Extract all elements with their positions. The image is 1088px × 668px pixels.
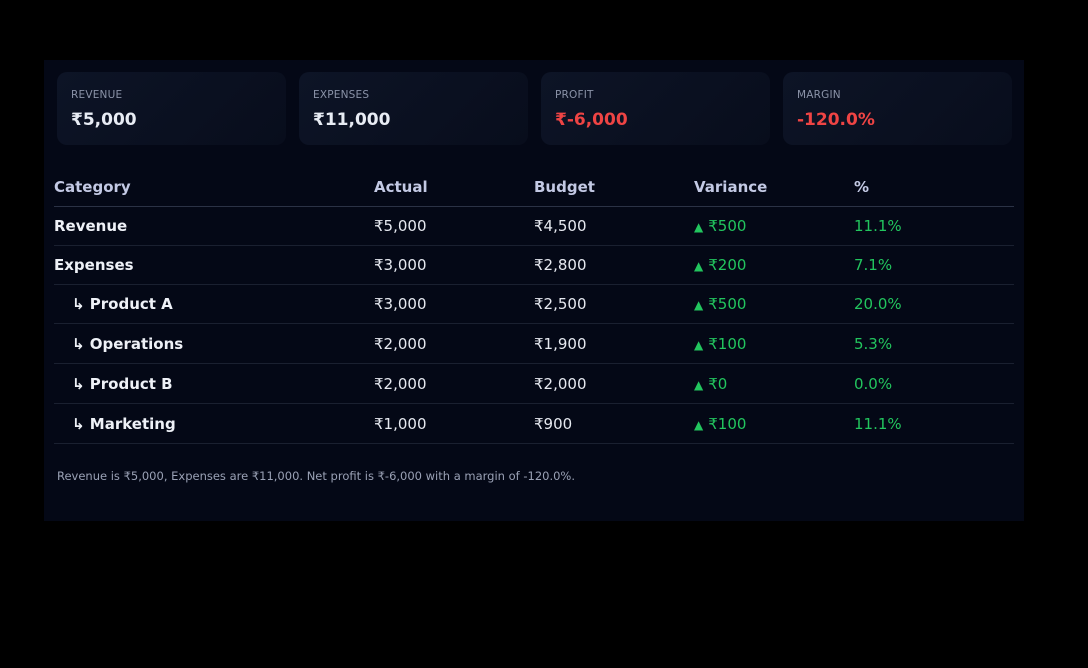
row-budget: ₹2,500	[534, 284, 694, 324]
row-percent: 7.1%	[854, 245, 1014, 285]
table-row: ↳ Product A ₹3,000 ₹2,500 ▲ ₹500 20.0%	[54, 284, 1014, 324]
row-actual: ₹1,000	[374, 403, 534, 444]
row-percent: 5.3%	[854, 323, 1014, 364]
kpi-label: MARGIN	[797, 89, 841, 101]
table-row: ↳ Marketing ₹1,000 ₹900 ▲ ₹100 11.1%	[54, 403, 1014, 444]
row-category: ↳ Product A	[54, 284, 374, 324]
row-percent: 20.0%	[854, 284, 1014, 324]
variance-value: ₹0	[708, 374, 728, 393]
row-variance: ▲ ₹200	[694, 245, 854, 285]
row-actual: ₹2,000	[374, 323, 534, 364]
kpi-card-expenses: EXPENSES ₹11,000	[299, 72, 528, 145]
row-budget: ₹900	[534, 403, 694, 444]
row-variance: ▲ ₹500	[694, 206, 854, 246]
variance-value: ₹200	[708, 256, 747, 274]
variance-value: ₹500	[708, 295, 747, 313]
column-header-category: Category	[54, 168, 374, 207]
row-budget: ₹2,800	[534, 245, 694, 285]
kpi-label: PROFIT	[555, 89, 594, 101]
triangle-up-icon: ▲	[694, 259, 704, 273]
kpi-value: ₹11,000	[313, 110, 391, 130]
kpi-card-revenue: REVENUE ₹5,000	[57, 72, 286, 145]
kpi-cards: REVENUE ₹5,000 EXPENSES ₹11,000 PROFIT ₹…	[57, 72, 1012, 145]
column-header-percent: %	[854, 168, 1014, 207]
row-variance: ▲ ₹500	[694, 284, 854, 324]
kpi-value: ₹5,000	[71, 110, 137, 130]
budget-table: Category Actual Budget Variance % Revenu…	[54, 168, 1014, 444]
variance-value: ₹100	[708, 334, 747, 353]
summary-text: Revenue is ₹5,000, Expenses are ₹11,000.…	[57, 469, 576, 483]
triangle-up-icon: ▲	[694, 298, 704, 312]
row-budget: ₹1,900	[534, 323, 694, 364]
row-percent: 11.1%	[854, 403, 1014, 444]
row-actual: ₹5,000	[374, 206, 534, 246]
kpi-value: ₹-6,000	[555, 110, 628, 130]
triangle-up-icon: ▲	[694, 220, 704, 234]
row-actual: ₹3,000	[374, 245, 534, 285]
table-row: Revenue ₹5,000 ₹4,500 ▲ ₹500 11.1%	[54, 206, 1014, 246]
column-header-variance: Variance	[694, 168, 854, 207]
row-actual: ₹3,000	[374, 284, 534, 324]
triangle-up-icon: ▲	[694, 417, 704, 432]
variance-value: ₹100	[708, 414, 747, 433]
row-variance: ▲ ₹0	[694, 363, 854, 404]
row-category: Expenses	[54, 245, 374, 285]
column-header-actual: Actual	[374, 168, 534, 207]
row-variance: ▲ ₹100	[694, 323, 854, 364]
kpi-card-margin: MARGIN -120.0%	[783, 72, 1012, 145]
variance-value: ₹500	[708, 217, 747, 235]
row-percent: 0.0%	[854, 363, 1014, 404]
table-row: ↳ Operations ₹2,000 ₹1,900 ▲ ₹100 5.3%	[54, 323, 1014, 364]
row-category: ↳ Product B	[54, 363, 374, 404]
kpi-card-profit: PROFIT ₹-6,000	[541, 72, 770, 145]
row-category: ↳ Operations	[54, 323, 374, 364]
table-row: ↳ Product B ₹2,000 ₹2,000 ▲ ₹0 0.0%	[54, 363, 1014, 404]
table-header-row: Category Actual Budget Variance %	[54, 168, 1014, 207]
row-category: ↳ Marketing	[54, 403, 374, 444]
kpi-label: EXPENSES	[313, 89, 370, 101]
triangle-up-icon: ▲	[694, 337, 704, 352]
row-category: Revenue	[54, 206, 374, 246]
column-header-budget: Budget	[534, 168, 694, 207]
row-percent: 11.1%	[854, 206, 1014, 246]
kpi-value: -120.0%	[797, 110, 875, 130]
row-actual: ₹2,000	[374, 363, 534, 404]
kpi-label: REVENUE	[71, 89, 123, 101]
triangle-up-icon: ▲	[694, 377, 704, 392]
dashboard-panel: REVENUE ₹5,000 EXPENSES ₹11,000 PROFIT ₹…	[44, 60, 1024, 521]
row-budget: ₹2,000	[534, 363, 694, 404]
row-budget: ₹4,500	[534, 206, 694, 246]
row-variance: ▲ ₹100	[694, 403, 854, 444]
table-row: Expenses ₹3,000 ₹2,800 ▲ ₹200 7.1%	[54, 245, 1014, 285]
